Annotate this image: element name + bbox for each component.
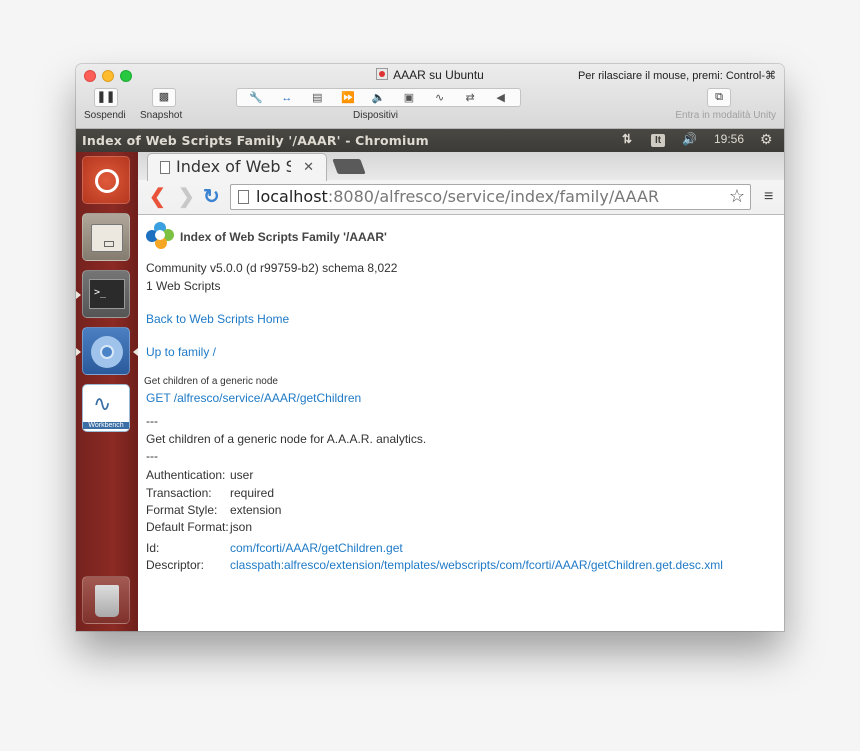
forward-arrow-icon[interactable]: ❯ bbox=[178, 187, 195, 207]
vm-toolbar: AAAR su Ubuntu Per rilasciare il mouse, … bbox=[76, 64, 784, 129]
ubuntu-top-panel: Index of Web Scripts Family '/AAAR' - Ch… bbox=[76, 129, 784, 152]
vm-title-text: AAAR su Ubuntu bbox=[393, 68, 484, 82]
network-icon[interactable]: ↔ bbox=[277, 92, 297, 104]
descriptor-label: Descriptor: bbox=[146, 558, 205, 572]
chromium-launcher-icon[interactable] bbox=[82, 327, 130, 375]
sound-icon[interactable]: 🔈 bbox=[368, 91, 388, 104]
transaction-label: Transaction: bbox=[146, 486, 212, 500]
alfresco-logo-icon bbox=[146, 222, 174, 250]
snapshot-button[interactable]: ▩ bbox=[152, 88, 176, 107]
back-arrow-icon[interactable]: ❮ bbox=[149, 187, 166, 207]
suspend-label: Sospendi bbox=[84, 110, 126, 121]
version-line: Community v5.0.0 (d r99759-b2) schema 8,… bbox=[146, 261, 398, 275]
trash-launcher-icon[interactable] bbox=[82, 576, 130, 624]
page-info-icon[interactable] bbox=[238, 190, 249, 204]
authentication-label: Authentication: bbox=[146, 468, 226, 482]
back-to-home-link[interactable]: Back to Web Scripts Home bbox=[146, 312, 289, 326]
vm-icon bbox=[376, 68, 389, 80]
chromium-icon-center bbox=[100, 345, 114, 359]
optical-drive-icon[interactable]: ⏩ bbox=[338, 91, 358, 104]
shared-folder-icon[interactable]: ⇄ bbox=[460, 91, 480, 104]
url-host: localhost bbox=[256, 187, 328, 206]
devices-more-arrow-icon[interactable]: ◀ bbox=[491, 91, 511, 104]
wrench-icon[interactable]: 🔧 bbox=[246, 91, 266, 104]
files-launcher-icon[interactable] bbox=[82, 213, 130, 261]
pause-icon: ❚❚ bbox=[96, 91, 116, 103]
authentication-value: user bbox=[230, 468, 254, 482]
address-url: localhost:8080/alfresco/service/index/fa… bbox=[256, 187, 659, 206]
default-format-value: json bbox=[230, 520, 253, 534]
terminal-running-pip bbox=[76, 291, 81, 299]
devices-group: 🔧 ↔ ▤ ⏩ 🔈 ▣ ∿ ⇄ ◀ bbox=[236, 88, 521, 107]
tab-title: Index of Web Scri bbox=[176, 157, 291, 176]
trash-icon bbox=[95, 585, 119, 617]
id-link[interactable]: com/fcorti/AAAR/getChildren.get bbox=[230, 541, 403, 555]
new-tab-button[interactable] bbox=[332, 159, 366, 174]
terminal-launcher-icon[interactable]: >_ bbox=[82, 270, 130, 318]
ubuntu-logo-icon bbox=[95, 169, 119, 193]
unity-label: Entra in modalità Unity bbox=[675, 110, 776, 121]
id-label: Id: bbox=[146, 541, 160, 555]
unity-icon: ⧉ bbox=[715, 91, 723, 103]
up-to-family-link[interactable]: Up to family / bbox=[146, 345, 216, 359]
dolphin-icon: ∿ bbox=[93, 391, 112, 416]
hard-disk-icon[interactable]: ▤ bbox=[307, 91, 327, 104]
address-bar[interactable]: localhost:8080/alfresco/service/index/fa… bbox=[230, 184, 751, 210]
format-style-value: extension bbox=[230, 503, 282, 517]
chromium-running-pip bbox=[76, 348, 81, 356]
mysql-workbench-launcher-icon[interactable]: ∿ Workbench bbox=[82, 384, 130, 432]
snapshot-icon: ▩ bbox=[158, 91, 170, 103]
page-favicon-icon bbox=[160, 161, 170, 174]
keyboard-layout-indicator[interactable]: It bbox=[651, 132, 666, 147]
suspend-button[interactable]: ❚❚ bbox=[94, 88, 118, 107]
devices-label: Dispositivi bbox=[353, 110, 399, 121]
browser-chrome: Index of Web Scri ✕ ❮ ❯ ↻ localhost:8080… bbox=[138, 152, 784, 215]
vm-window: AAAR su Ubuntu Per rilasciare il mouse, … bbox=[76, 64, 784, 631]
script-description: Get children of a generic node for A.A.A… bbox=[146, 432, 427, 446]
reload-icon[interactable]: ↻ bbox=[203, 187, 220, 207]
usb-icon[interactable]: ∿ bbox=[430, 91, 450, 104]
default-format-label: Default Format: bbox=[146, 520, 229, 534]
snapshot-label: Snapshot bbox=[140, 110, 183, 121]
format-style-label: Format Style: bbox=[146, 503, 218, 517]
close-tab-icon[interactable]: ✕ bbox=[303, 159, 314, 175]
page-heading: Index of Web Scripts Family '/AAAR' bbox=[180, 230, 387, 244]
workbench-label: Workbench bbox=[83, 422, 129, 429]
separator-1: --- bbox=[146, 414, 158, 428]
url-path: :8080/alfresco/service/index/family/AAAR bbox=[327, 187, 660, 206]
descriptor-link[interactable]: classpath:alfresco/extension/templates/w… bbox=[230, 558, 723, 572]
unity-button[interactable]: ⧉ bbox=[707, 88, 731, 107]
network-transfer-icon[interactable]: ⇅ bbox=[622, 132, 632, 146]
power-gear-icon[interactable]: ⚙ bbox=[760, 131, 773, 148]
keyboard-layout-text: It bbox=[651, 134, 666, 147]
script-count: 1 Web Scripts bbox=[146, 279, 221, 293]
unity-launcher: >_ ∿ Workbench bbox=[76, 152, 138, 631]
clock[interactable]: 19:56 bbox=[714, 132, 744, 146]
script-url-link[interactable]: GET /alfresco/service/AAAR/getChildren bbox=[146, 391, 361, 405]
active-window-title: Index of Web Scripts Family '/AAAR' - Ch… bbox=[82, 133, 429, 148]
bookmark-star-icon[interactable]: ☆ bbox=[729, 186, 745, 207]
file-cabinet-icon bbox=[91, 224, 123, 252]
release-mouse-hint: Per rilasciare il mouse, premi: Control-… bbox=[577, 70, 776, 82]
volume-icon[interactable]: 🔊 bbox=[682, 132, 697, 146]
transaction-value: required bbox=[230, 486, 275, 500]
script-short-name: Get children of a generic node bbox=[144, 376, 278, 387]
browser-tab[interactable]: Index of Web Scri ✕ bbox=[147, 153, 327, 181]
terminal-icon: >_ bbox=[89, 279, 125, 309]
browser-menu-icon[interactable]: ≡ bbox=[764, 189, 773, 205]
camera-icon[interactable]: ▣ bbox=[399, 91, 419, 104]
separator-2: --- bbox=[146, 449, 158, 463]
page-content: Index of Web Scripts Family '/AAAR' Comm… bbox=[138, 215, 784, 631]
dash-home-button[interactable] bbox=[82, 156, 130, 204]
